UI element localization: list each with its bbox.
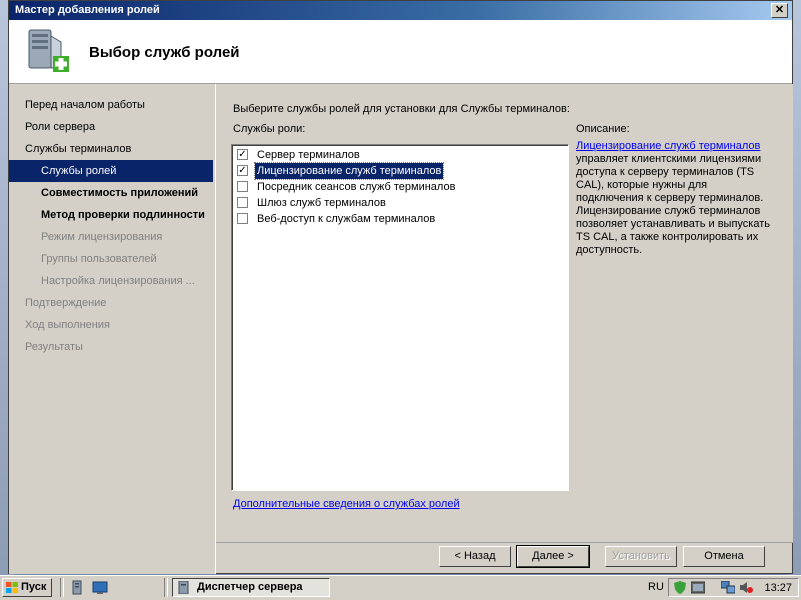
checkbox-ts-session-broker[interactable] xyxy=(237,181,248,192)
next-button[interactable]: Далее > xyxy=(516,545,590,568)
start-button[interactable]: Пуск xyxy=(2,578,52,597)
checkbox-terminal-server[interactable]: ✓ xyxy=(237,149,248,160)
window-title: Мастер добавления ролей xyxy=(15,4,160,16)
volume-muted-icon[interactable] xyxy=(739,581,753,594)
network-icon[interactable] xyxy=(721,581,735,594)
instruction-text: Выберите службы ролей для установки для … xyxy=(233,103,570,115)
role-services-label: Службы роли: xyxy=(233,123,306,135)
wizard-steps-sidebar: Перед началом работы Роли сервера Службы… xyxy=(9,84,216,574)
list-item-label: Посредник сеансов служб терминалов xyxy=(257,181,456,193)
taskbar-separator xyxy=(164,578,168,597)
server-add-icon xyxy=(28,29,69,72)
description-link[interactable]: Лицензирование служб терминалов xyxy=(576,140,760,152)
sidebar-item-role-services[interactable]: Службы ролей xyxy=(9,160,213,182)
sidebar-item-server-roles[interactable]: Роли сервера xyxy=(9,116,213,138)
sidebar-item-app-compatibility[interactable]: Совместимость приложений xyxy=(9,182,213,204)
role-services-list[interactable]: ✓ Сервер терминалов ✓ Лицензирование слу… xyxy=(231,144,569,491)
description-label: Описание: xyxy=(576,123,630,135)
task-label: Диспетчер сервера xyxy=(197,581,303,593)
sidebar-item-auth-method[interactable]: Метод проверки подлинности xyxy=(9,204,213,226)
task-server-manager[interactable]: Диспетчер сервера xyxy=(172,578,330,597)
more-info-link[interactable]: Дополнительные сведения о службах ролей xyxy=(233,498,460,510)
page-title: Выбор служб ролей xyxy=(89,44,240,61)
start-label: Пуск xyxy=(21,581,47,593)
taskbar-separator xyxy=(60,578,64,597)
sidebar-item-confirmation: Подтверждение xyxy=(25,297,107,309)
sidebar-item-licensing-config: Настройка лицензирования ... xyxy=(41,275,195,287)
wizard-footer: < Назад Далее > Установить Отмена xyxy=(216,542,793,575)
sidebar-item-licensing-mode: Режим лицензирования xyxy=(41,231,163,243)
system-tray: 13:27 xyxy=(668,578,799,597)
windows-logo-icon xyxy=(6,582,18,593)
server-manager-icon xyxy=(178,581,189,594)
list-item-label: Лицензирование служб терминалов xyxy=(253,162,445,180)
list-item-label: Веб-доступ к службам терминалов xyxy=(257,213,436,225)
wizard-header: Выбор служб ролей xyxy=(9,20,792,84)
cancel-button[interactable]: Отмена xyxy=(683,546,765,567)
checkbox-ts-licensing[interactable]: ✓ xyxy=(237,165,248,176)
description-text: управляет клиентскими лицензиями доступа… xyxy=(576,153,770,256)
sidebar-item-before-you-begin[interactable]: Перед началом работы xyxy=(9,94,213,116)
add-roles-wizard-window: Мастер добавления ролей ✕ Выбор служб ро… xyxy=(8,0,793,574)
checkbox-ts-web-access[interactable] xyxy=(237,213,248,224)
sidebar-item-results: Результаты xyxy=(25,341,83,353)
sidebar-item-user-groups: Группы пользователей xyxy=(41,253,157,265)
list-item-label: Сервер терминалов xyxy=(257,149,360,161)
language-indicator[interactable]: RU xyxy=(648,581,664,593)
install-button[interactable]: Установить xyxy=(605,546,677,567)
security-shield-icon[interactable] xyxy=(673,581,687,594)
close-button[interactable]: ✕ xyxy=(771,3,788,18)
clock[interactable]: 13:27 xyxy=(764,582,792,594)
checkbox-ts-gateway[interactable] xyxy=(237,197,248,208)
show-desktop-icon[interactable] xyxy=(92,580,108,595)
sidebar-item-terminal-services[interactable]: Службы терминалов xyxy=(9,138,213,160)
wizard-content: Выберите службы ролей для установки для … xyxy=(216,84,793,542)
back-button[interactable]: < Назад xyxy=(439,546,511,567)
server-manager-quicklaunch-icon[interactable] xyxy=(70,580,86,595)
list-item-label: Шлюз служб терминалов xyxy=(257,197,386,209)
description-panel: Лицензирование служб терминалов управляе… xyxy=(576,140,776,257)
vm-icon[interactable] xyxy=(691,581,705,594)
taskbar: Пуск Диспетчер сервера RU 13:27 xyxy=(0,575,801,600)
title-bar[interactable]: Мастер добавления ролей ✕ xyxy=(9,1,792,20)
sidebar-item-progress: Ход выполнения xyxy=(25,319,110,331)
